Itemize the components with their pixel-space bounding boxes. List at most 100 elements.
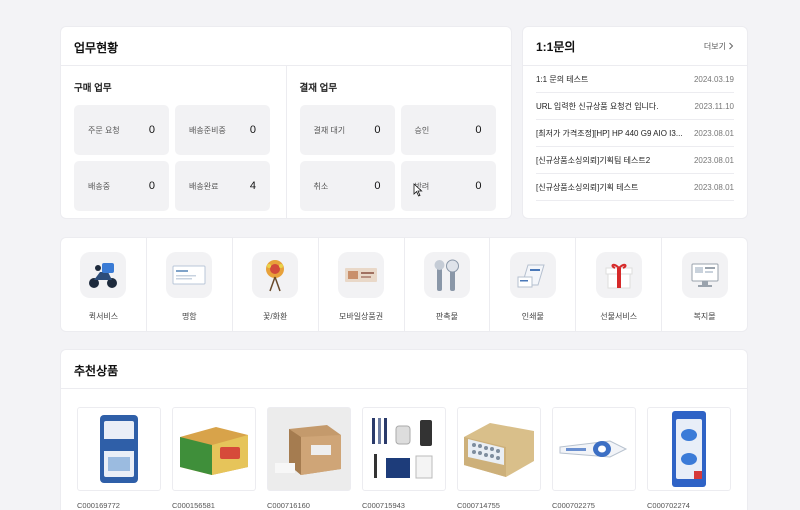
purchase-section: 구매 업무 주문 요청 0 배송준비중 0 배송중 0 배송완료 4 <box>61 66 286 219</box>
product-code: C000169772 <box>77 501 120 510</box>
inquiry-row-date: 2023.08.01 <box>693 128 734 138</box>
tile-count: 4 <box>249 180 256 192</box>
inquiry-title: 1:1문의 <box>536 39 576 54</box>
work-status-card: 업무현황 구매 업무 주문 요청 0 배송준비중 0 배송중 0 배송완료 4 … <box>60 26 512 219</box>
cancelled-tile[interactable]: 취소 0 <box>299 161 395 211</box>
preparing-shipment-tile[interactable]: 배송준비중 0 <box>175 105 270 155</box>
more-link[interactable]: 더보기 <box>704 41 734 52</box>
product-card[interactable]: C000156581 <box>172 407 256 510</box>
service-label: 선물서비스 <box>600 312 638 321</box>
tissue-pack-image <box>77 407 161 491</box>
inquiry-row-title: [신규상품소싱의뢰]기획 테스트 <box>536 182 639 192</box>
service-label: 퀵서비스 <box>88 312 119 321</box>
inquiry-row[interactable]: URL 입력한 신규상품 요청건 입니다. 2023.11.10 <box>536 93 734 120</box>
tile-count: 0 <box>475 124 482 136</box>
more-label: 더보기 <box>703 41 726 51</box>
service-label: 모바일상품권 <box>338 312 384 321</box>
product-card[interactable]: C000716160 <box>267 407 351 510</box>
inquiry-row-title: [최저가 가격조정][HP] HP 440 G9 AIO I3... <box>536 128 683 138</box>
in-delivery-tile[interactable]: 배송중 0 <box>74 161 169 211</box>
inquiry-row-date: 2023.11.10 <box>694 101 734 111</box>
service-label: 인쇄물 <box>521 312 544 321</box>
product-card[interactable]: C000702274 <box>647 407 731 510</box>
inquiry-row-title: [신규상품소싱의뢰]기획팀 테스트2 <box>536 155 651 165</box>
inquiry-row-title: URL 입력한 신규상품 요청건 입니다. <box>536 101 659 111</box>
inquiry-row[interactable]: [신규상품소싱의뢰]기획팀 테스트2 2023.08.01 <box>536 147 734 174</box>
gift-voucher-icon <box>338 252 385 298</box>
tile-label: 결재 대기 <box>313 125 346 135</box>
mouse-cursor-icon <box>413 183 423 197</box>
tile-count: 0 <box>475 180 482 192</box>
correction-tape-pack-image <box>647 407 731 491</box>
work-status-header: 업무현황 <box>61 27 511 66</box>
inquiry-header: 1:1문의 더보기 <box>523 27 747 66</box>
recommended-header: 추천상품 <box>61 350 747 389</box>
cardboard-box-image <box>267 407 351 491</box>
business-card-icon <box>166 252 213 298</box>
service-flowers[interactable]: 꽃/화환 <box>231 238 318 331</box>
welfare-mall-icon <box>681 252 728 298</box>
purchase-title: 구매 업무 <box>74 83 112 94</box>
service-label: 판촉물 <box>435 312 458 321</box>
tile-count: 0 <box>148 180 155 192</box>
printed-matter-icon <box>509 252 556 298</box>
inquiry-card: 1:1문의 더보기 1:1 문의 테스트 2024.03.19 URL 입력한 … <box>522 26 748 219</box>
service-gift[interactable]: 선물서비스 <box>575 238 661 331</box>
tile-count: 0 <box>249 124 256 136</box>
tile-label: 취소 <box>313 181 329 191</box>
inquiry-row-date: 2023.08.01 <box>693 182 734 192</box>
battery-box-image <box>457 407 541 491</box>
product-card[interactable]: C000169772 <box>77 407 161 510</box>
product-card[interactable]: C000715943 <box>362 407 446 510</box>
product-code: C000715943 <box>362 501 405 510</box>
product-code: C000702275 <box>552 501 595 510</box>
product-code: C000714755 <box>457 501 500 510</box>
promo-goods-icon <box>423 252 470 298</box>
approval-pending-tile[interactable]: 결재 대기 0 <box>299 105 395 155</box>
services-card: 퀵서비스 명함 꽃/화환 모바일상품권 판촉물 인쇄물 선물서비스 복지몰 <box>60 237 748 332</box>
work-status-title: 업무현황 <box>74 41 119 55</box>
service-label: 명함 <box>181 312 197 321</box>
tile-label: 배송완료 <box>189 181 219 191</box>
approval-section: 결재 업무 결재 대기 0 승인 0 취소 0 반려 0 <box>285 66 512 219</box>
gift-box-icon <box>595 252 642 298</box>
tile-label: 배송중 <box>88 181 111 191</box>
service-mobile-voucher[interactable]: 모바일상품권 <box>317 238 404 331</box>
office-set-image <box>362 407 446 491</box>
service-label: 복지몰 <box>693 312 716 321</box>
snack-box-image <box>172 407 256 491</box>
recommended-card: 추천상품 C000169772 C000156581 C000716160 C0… <box>60 349 748 510</box>
service-welfare-mall[interactable]: 복지몰 <box>661 238 747 331</box>
inquiry-row[interactable]: [신규상품소싱의뢰]기획 테스트 2023.08.01 <box>536 174 734 201</box>
service-business-card[interactable]: 명함 <box>145 238 232 331</box>
product-card[interactable]: C000714755 <box>457 407 541 510</box>
tile-count: 0 <box>148 124 155 136</box>
chevron-right-icon <box>729 42 734 50</box>
inquiry-row-date: 2023.08.01 <box>693 155 734 165</box>
tile-label: 주문 요청 <box>88 125 120 135</box>
order-request-tile[interactable]: 주문 요청 0 <box>74 105 169 155</box>
service-promo[interactable]: 판촉물 <box>403 238 490 331</box>
delivered-tile[interactable]: 배송완료 4 <box>175 161 270 211</box>
approved-tile[interactable]: 승인 0 <box>400 105 496 155</box>
service-quick[interactable]: 퀵서비스 <box>61 238 146 331</box>
tile-count: 0 <box>374 124 381 136</box>
service-label: 꽃/화환 <box>263 312 288 321</box>
tile-count: 0 <box>374 180 381 192</box>
tile-label: 배송준비중 <box>189 125 226 135</box>
inquiry-row[interactable]: 1:1 문의 테스트 2024.03.19 <box>536 66 734 93</box>
approval-title: 결재 업무 <box>299 83 338 94</box>
service-print[interactable]: 인쇄물 <box>489 238 575 331</box>
product-card[interactable]: C000702275 <box>552 407 636 510</box>
recommended-title: 추천상품 <box>74 364 119 378</box>
product-code: C000716160 <box>267 501 310 510</box>
product-code: C000156581 <box>172 501 215 510</box>
tile-label: 승인 <box>414 125 430 135</box>
inquiry-row-title: 1:1 문의 테스트 <box>536 74 589 84</box>
correction-tape-image <box>552 407 636 491</box>
product-code: C000702274 <box>647 501 690 510</box>
inquiry-row-date: 2024.03.19 <box>693 74 734 84</box>
inquiry-row[interactable]: [최저가 가격조정][HP] HP 440 G9 AIO I3... 2023.… <box>536 120 734 147</box>
flower-wreath-icon <box>252 252 299 298</box>
scooter-icon <box>80 252 127 298</box>
